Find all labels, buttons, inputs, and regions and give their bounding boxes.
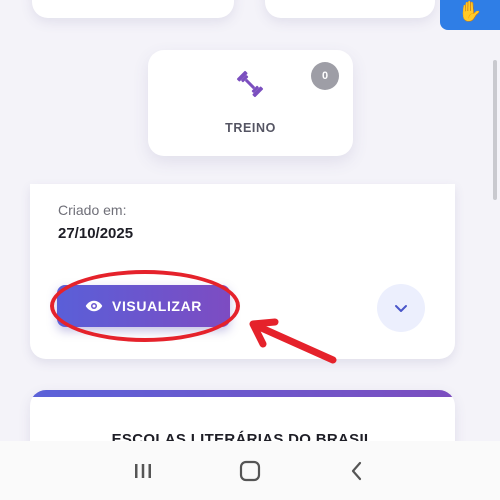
category-card-treino[interactable]: TREINO 0	[148, 50, 353, 156]
home-icon	[239, 460, 261, 481]
dumbbell-icon	[236, 70, 264, 98]
back-icon	[351, 461, 361, 480]
highlight-ellipse	[50, 270, 240, 342]
category-card-top-right[interactable]	[265, 0, 435, 18]
home-button[interactable]	[230, 451, 270, 491]
created-label: Criado em:	[58, 202, 127, 218]
recent-apps-icon	[135, 463, 152, 478]
chevron-down-icon	[395, 305, 407, 312]
sign-language-icon: ✋	[457, 0, 483, 23]
accessibility-button[interactable]: ✋	[440, 0, 500, 30]
category-card-top-left[interactable]	[32, 0, 234, 18]
banner-stripe	[30, 390, 455, 397]
expand-button[interactable]	[377, 284, 425, 332]
back-button[interactable]	[337, 451, 377, 491]
system-nav-bar	[0, 441, 500, 500]
created-date: 27/10/2025	[58, 225, 134, 242]
scrollbar[interactable]	[493, 60, 497, 200]
category-label: TREINO	[225, 121, 276, 135]
annotation-arrow	[249, 318, 337, 364]
recent-apps-button[interactable]	[123, 451, 163, 491]
count-badge: 0	[311, 62, 339, 90]
